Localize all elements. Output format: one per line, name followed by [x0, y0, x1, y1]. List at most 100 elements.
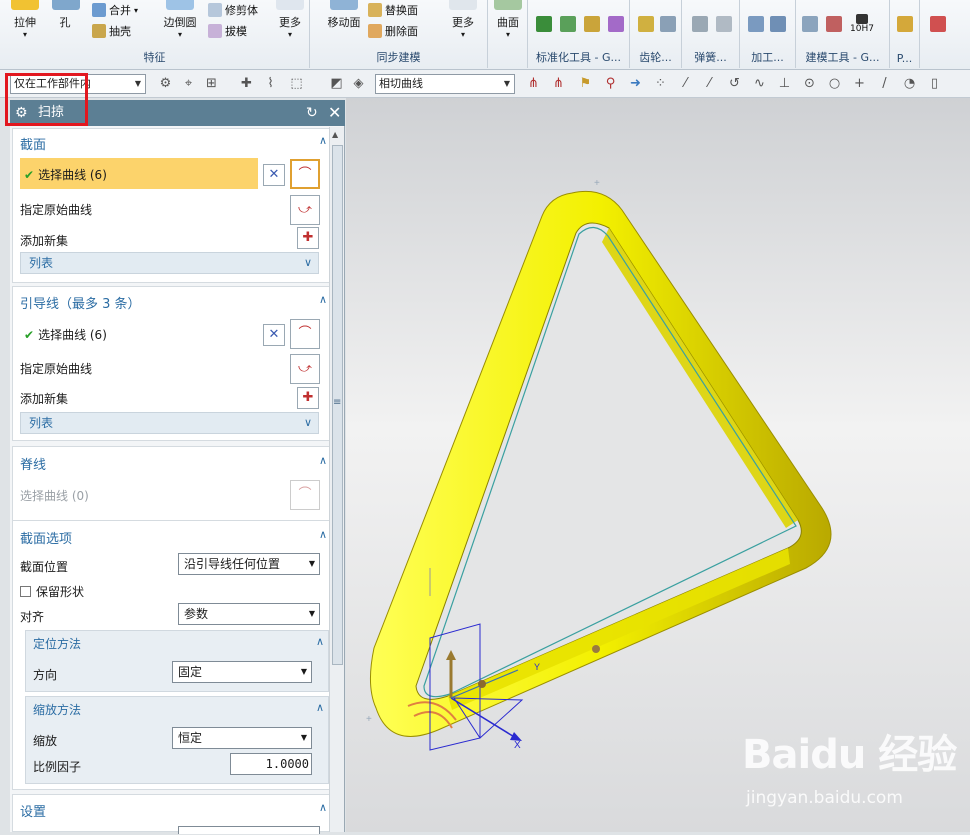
reverse-direction-icon[interactable]: ✕ — [263, 164, 285, 186]
curve-select-icon[interactable]: ⌒ — [290, 319, 320, 349]
section-title[interactable]: 脊线 — [20, 454, 46, 473]
reset-icon[interactable]: ↻ — [306, 100, 318, 126]
close-icon[interactable]: ✕ — [328, 100, 341, 126]
stop-at-intersection-icon[interactable]: ⋔ — [525, 75, 542, 92]
origin-curve-icon[interactable]: ⤻ — [290, 354, 320, 384]
line-icon[interactable]: ⁄ — [677, 75, 694, 92]
section-position-dropdown[interactable]: 沿引导线任何位置 ▼ — [178, 553, 320, 575]
view-cube-icon[interactable]: ◩ — [328, 75, 345, 92]
preserve-shape-checkbox[interactable]: 保留形状 — [20, 583, 84, 600]
std-tool-icon[interactable] — [536, 16, 552, 32]
surface-button[interactable]: 曲面 ▾ — [492, 0, 524, 39]
part-icon[interactable]: ◈ — [350, 75, 367, 92]
collapse-icon[interactable]: ∧ — [319, 293, 327, 306]
slash-icon[interactable]: / — [876, 75, 893, 92]
section-title[interactable]: 截面 — [20, 134, 46, 153]
draft-button[interactable]: 拔模 — [208, 23, 247, 39]
unite-button[interactable]: 合并 ▾ — [92, 2, 138, 18]
orientation-label: 方向 — [33, 668, 58, 682]
move-face-button[interactable]: 移动面 — [324, 0, 364, 30]
quadrant-icon[interactable]: ○ — [826, 75, 843, 92]
follow-fillet-icon[interactable]: ⋔ — [550, 75, 567, 92]
origin-curve-icon[interactable]: ⤻ — [290, 195, 320, 225]
subsection-title[interactable]: 缩放方法 — [33, 701, 81, 718]
delete-face-button[interactable]: 删除面 — [368, 23, 418, 39]
collapse-icon[interactable]: ∧ — [316, 701, 324, 714]
shell-icon — [92, 24, 106, 38]
toggle-icon[interactable]: ▯ — [926, 75, 943, 92]
cross-icon[interactable]: + — [851, 75, 868, 92]
std-tool-icon[interactable] — [584, 16, 600, 32]
box-select-icon[interactable]: ⬚ — [288, 75, 305, 92]
scaling-dropdown[interactable]: 恒定 ▼ — [172, 727, 312, 749]
subsection-title[interactable]: 定位方法 — [33, 635, 81, 652]
collapse-icon[interactable]: ∧ — [319, 134, 327, 147]
origin-point[interactable] — [478, 680, 486, 688]
spline-icon[interactable]: ∿ — [751, 75, 768, 92]
point-icon[interactable]: ⚲ — [602, 75, 619, 92]
extra-tool-icon[interactable] — [930, 16, 946, 32]
fit-tolerance-button[interactable]: 10H7 — [850, 14, 874, 34]
snap-grid-icon[interactable]: ⁘ — [652, 75, 669, 92]
features-more-button[interactable]: 更多 ▾ — [275, 0, 305, 39]
edge-blend-button[interactable]: 边倒圆 ▾ — [160, 0, 200, 39]
fit-tolerance-icon — [855, 14, 868, 24]
gear-tool-icon[interactable] — [660, 16, 676, 32]
collapse-icon[interactable]: ∧ — [319, 528, 327, 541]
settings-dropdown[interactable] — [178, 826, 320, 834]
section-title[interactable]: 截面选项 — [20, 528, 72, 547]
std-tool-icon[interactable] — [608, 16, 624, 32]
machining-tool-icon[interactable] — [748, 16, 764, 32]
chevron-down-icon: ▼ — [503, 79, 511, 88]
tangent-icon[interactable]: ⊥ — [776, 75, 793, 92]
machining-tool-icon[interactable] — [770, 16, 786, 32]
curve-select-icon[interactable]: ⌒ — [290, 159, 320, 189]
trim-body-button[interactable]: 修剪体 — [208, 2, 258, 18]
filter-icon[interactable]: ⌖ — [180, 75, 197, 92]
add-icon[interactable]: ✚ — [238, 75, 255, 92]
spring-tool-icon[interactable] — [692, 16, 708, 32]
collapse-icon[interactable]: ∧ — [316, 635, 324, 648]
center-icon[interactable]: ⊙ — [801, 75, 818, 92]
wire-icon[interactable]: ⌇ — [262, 75, 279, 92]
select-curve-label[interactable]: ✔ 选择曲线 (6) — [24, 326, 107, 343]
dialog-scrollbar[interactable]: ▲ ≡ — [329, 127, 344, 832]
add-set-icon[interactable]: ✚ — [297, 227, 319, 249]
snap-icon[interactable]: ⊞ — [203, 75, 220, 92]
spring-tool-icon[interactable] — [716, 16, 732, 32]
alignment-dropdown[interactable]: 参数 ▼ — [178, 603, 320, 625]
add-new-set-label: 添加新集 — [20, 392, 69, 406]
watermark-brand: Baidu 经验 — [742, 732, 957, 778]
select-filter-icon[interactable]: ⚙ — [157, 75, 174, 92]
modeling-tool-icon[interactable] — [826, 16, 842, 32]
p-tool-icon[interactable] — [897, 16, 913, 32]
curve-rule-combo[interactable]: 相切曲线 ▼ — [375, 74, 515, 94]
hole-button[interactable]: 孔 — [52, 0, 80, 30]
section-title[interactable]: 设置 — [20, 801, 46, 820]
list-toggle[interactable]: 列表 ∨ — [20, 412, 319, 434]
arrow-right-icon[interactable]: ➜ — [627, 75, 644, 92]
extrude-button[interactable]: 拉伸 ▾ — [8, 0, 42, 39]
path-icon[interactable]: ⚑ — [577, 75, 594, 92]
scale-factor-input[interactable]: 1.0000 — [230, 753, 312, 775]
scroll-up-icon[interactable]: ▲ — [332, 130, 338, 139]
line2-icon[interactable]: ⁄ — [701, 75, 718, 92]
orientation-dropdown[interactable]: 固定 ▼ — [172, 661, 312, 683]
gear-tool-icon[interactable] — [638, 16, 654, 32]
add-set-icon[interactable]: ✚ — [297, 387, 319, 409]
gauge-icon[interactable]: ◔ — [901, 75, 918, 92]
modeling-tool-icon[interactable] — [802, 16, 818, 32]
collapse-icon[interactable]: ∧ — [319, 454, 327, 467]
section-title[interactable]: 引导线（最多 3 条） — [20, 293, 141, 312]
reverse-direction-icon[interactable]: ✕ — [263, 324, 285, 346]
unite-icon — [92, 3, 106, 17]
curve-icon[interactable]: ↺ — [726, 75, 743, 92]
guide-point[interactable] — [592, 645, 600, 653]
replace-face-button[interactable]: 替换面 — [368, 2, 418, 18]
std-tool-icon[interactable] — [560, 16, 576, 32]
list-toggle[interactable]: 列表 ∨ — [20, 252, 319, 274]
sync-more-button[interactable]: 更多 ▾ — [448, 0, 478, 39]
specify-origin-label: 指定原始曲线 — [20, 203, 93, 217]
shell-button[interactable]: 抽壳 — [92, 23, 131, 39]
collapse-icon[interactable]: ∧ — [319, 801, 327, 814]
